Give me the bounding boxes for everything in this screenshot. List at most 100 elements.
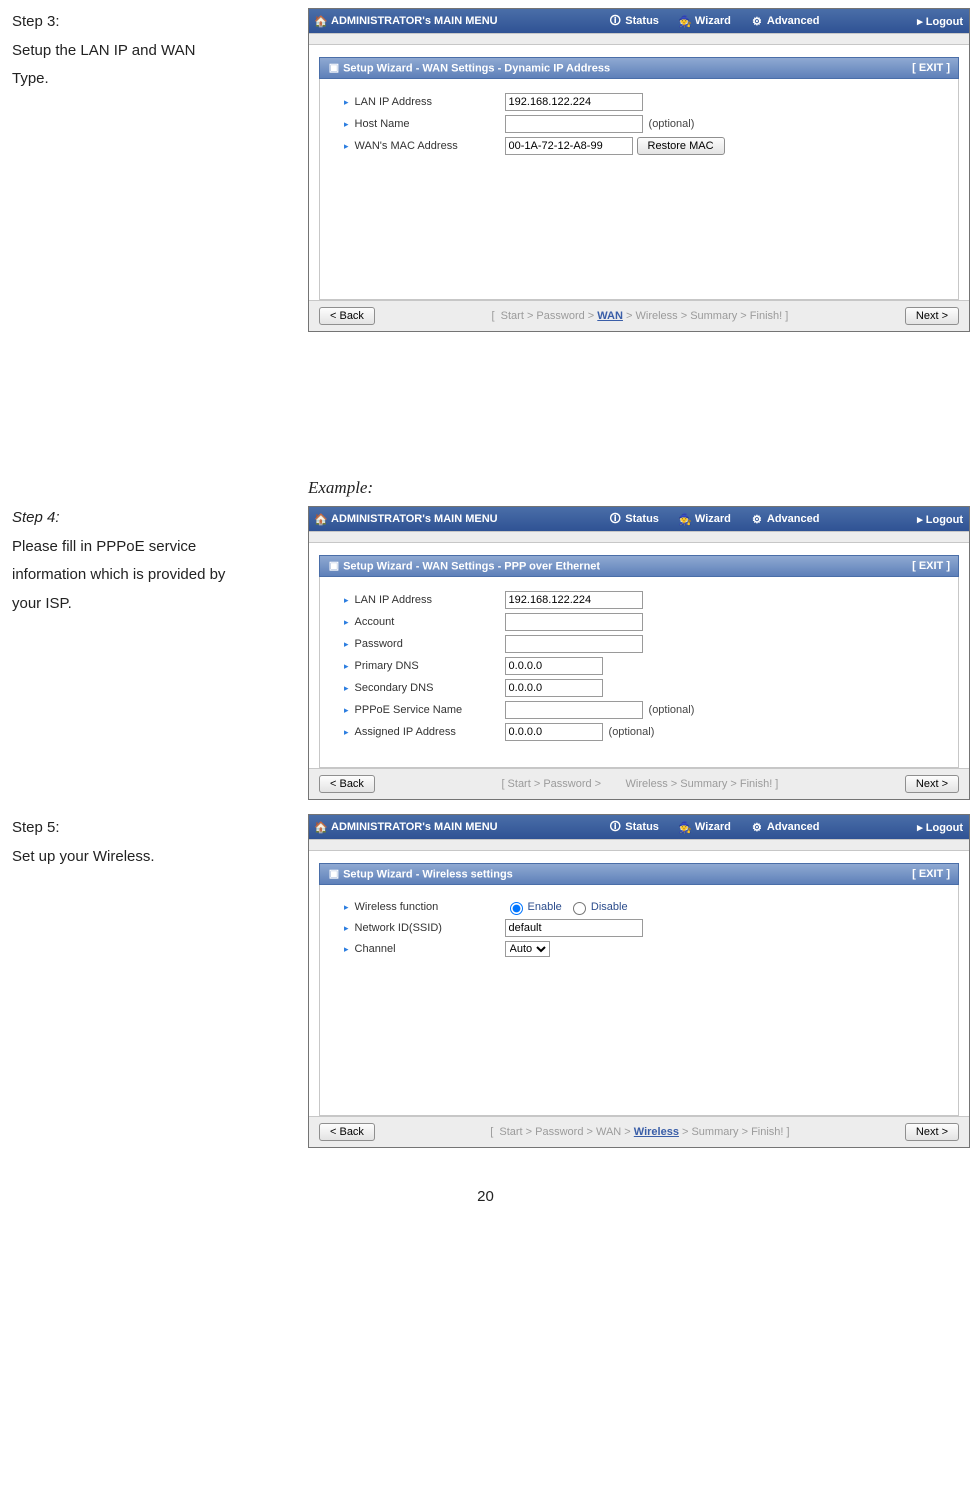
screenshot-step3: 🏠 ADMINISTRATOR's MAIN MENU 🛈Status 🧙Wiz…: [308, 8, 970, 332]
back-button[interactable]: < Back: [319, 775, 375, 793]
exit-link[interactable]: [ EXIT ]: [912, 560, 950, 572]
aip-optional-note: (optional): [609, 726, 655, 738]
nav-advanced[interactable]: ⚙Advanced: [751, 513, 820, 525]
primary-dns-input[interactable]: [505, 657, 603, 675]
assigned-ip-input[interactable]: [505, 723, 603, 741]
wizard-icon: 🧙: [679, 513, 691, 525]
secondary-dns-input[interactable]: [505, 679, 603, 697]
nav-wizard[interactable]: 🧙Wizard: [679, 513, 731, 525]
disable-radio[interactable]: [573, 902, 586, 915]
exit-link[interactable]: [ EXIT ]: [912, 62, 950, 74]
next-button[interactable]: Next >: [905, 1123, 959, 1141]
panel-icon: ▣: [328, 560, 340, 572]
nav-advanced[interactable]: ⚙Advanced: [751, 821, 820, 833]
screenshot-step4: 🏠 ADMINISTRATOR's MAIN MENU 🛈Status 🧙Wiz…: [308, 506, 970, 800]
step4-desc-line2: information which is provided by: [12, 561, 302, 590]
top-nav: 🏠 ADMINISTRATOR's MAIN MENU 🛈Status 🧙Wiz…: [309, 815, 969, 839]
disable-radio-label[interactable]: Disable: [568, 899, 628, 915]
nav-underbar: [309, 839, 969, 851]
step3-desc-line1: Setup the LAN IP and WAN: [12, 37, 302, 66]
next-button[interactable]: Next >: [905, 775, 959, 793]
back-button[interactable]: < Back: [319, 1123, 375, 1141]
nav-status[interactable]: 🛈Status: [609, 821, 659, 833]
bullet-icon: ▸: [344, 595, 349, 606]
panel-icon: ▣: [328, 868, 340, 880]
wan-mac-label: WAN's MAC Address: [355, 140, 505, 152]
assigned-ip-label: Assigned IP Address: [355, 726, 505, 738]
panel1-body: ▸ LAN IP Address ▸ Host Name (optional) …: [319, 79, 959, 300]
nav-status[interactable]: 🛈Status: [609, 513, 659, 525]
enable-radio[interactable]: [510, 902, 523, 915]
bullet-icon: ▸: [344, 683, 349, 694]
step3-heading: Step 3:: [12, 8, 302, 37]
status-icon: 🛈: [609, 15, 621, 27]
lan-ip-label: LAN IP Address: [355, 594, 505, 606]
home-icon: 🏠: [315, 15, 327, 27]
ssid-input[interactable]: [505, 919, 643, 937]
nav-advanced[interactable]: ⚙Advanced: [751, 15, 820, 27]
host-name-input[interactable]: [505, 115, 643, 133]
home-icon: 🏠: [315, 821, 327, 833]
bullet-icon: ▸: [344, 661, 349, 672]
wan-mac-input[interactable]: [505, 137, 633, 155]
step5-sidebar: Step 5: Set up your Wireless.: [12, 814, 308, 871]
bullet-icon: ▸: [344, 119, 349, 130]
password-label: Password: [355, 638, 505, 650]
bullet-icon: ▸: [344, 727, 349, 738]
breadcrumb: [ Start > Password > Wireless > Summary …: [375, 778, 905, 790]
next-button[interactable]: Next >: [905, 307, 959, 325]
nav-logout[interactable]: ▸ Logout: [917, 15, 963, 28]
step4-desc-line1: Please fill in PPPoE service: [12, 533, 302, 562]
bullet-icon: ▸: [344, 944, 349, 955]
bullet-icon: ▸: [344, 639, 349, 650]
step5-heading: Step 5:: [12, 814, 302, 843]
nav-status[interactable]: 🛈Status: [609, 15, 659, 27]
panel1-titlebar: ▣ Setup Wizard - WAN Settings - Dynamic …: [319, 57, 959, 79]
panel1-title: Setup Wizard - WAN Settings - Dynamic IP…: [343, 62, 610, 74]
account-input[interactable]: [505, 613, 643, 631]
exit-link[interactable]: [ EXIT ]: [912, 868, 950, 880]
restore-mac-button[interactable]: Restore MAC: [637, 137, 725, 155]
nav-underbar: [309, 33, 969, 45]
advanced-icon: ⚙: [751, 513, 763, 525]
host-name-label: Host Name: [355, 118, 505, 130]
enable-radio-label[interactable]: Enable: [505, 899, 562, 915]
password-input[interactable]: [505, 635, 643, 653]
panel2-body: ▸LAN IP Address ▸Account ▸Password ▸Prim…: [319, 577, 959, 768]
nav-logout[interactable]: ▸ Logout: [917, 513, 963, 526]
advanced-icon: ⚙: [751, 15, 763, 27]
pppoe-service-label: PPPoE Service Name: [355, 704, 505, 716]
bullet-icon: ▸: [344, 617, 349, 628]
nav-wizard[interactable]: 🧙Wizard: [679, 15, 731, 27]
channel-select[interactable]: Auto: [505, 941, 550, 957]
status-icon: 🛈: [609, 821, 621, 833]
step4-sidebar: Step 4: Please fill in PPPoE service inf…: [12, 448, 308, 618]
panel3-footer: < Back [ Start > Password > WAN > Wirele…: [309, 1116, 969, 1147]
lan-ip-input[interactable]: [505, 591, 643, 609]
screenshot-step5: 🏠 ADMINISTRATOR's MAIN MENU 🛈Status 🧙Wiz…: [308, 814, 970, 1148]
back-button[interactable]: < Back: [319, 307, 375, 325]
channel-label: Channel: [355, 943, 505, 955]
nav-underbar: [309, 531, 969, 543]
svc-optional-note: (optional): [649, 704, 695, 716]
ssid-label: Network ID(SSID): [355, 922, 505, 934]
status-icon: 🛈: [609, 513, 621, 525]
lan-ip-label: LAN IP Address: [355, 96, 505, 108]
brand: 🏠 ADMINISTRATOR's MAIN MENU: [315, 821, 498, 833]
pppoe-service-input[interactable]: [505, 701, 643, 719]
wizard-icon: 🧙: [679, 15, 691, 27]
bullet-icon: ▸: [344, 141, 349, 152]
step3-sidebar: Step 3: Setup the LAN IP and WAN Type.: [12, 8, 308, 94]
primary-dns-label: Primary DNS: [355, 660, 505, 672]
lan-ip-input[interactable]: [505, 93, 643, 111]
bullet-icon: ▸: [344, 923, 349, 934]
panel2-footer: < Back [ Start > Password > Wireless > S…: [309, 768, 969, 799]
home-icon: 🏠: [315, 513, 327, 525]
panel3-title: Setup Wizard - Wireless settings: [343, 868, 513, 880]
step5-desc: Set up your Wireless.: [12, 843, 302, 872]
nav-logout[interactable]: ▸ Logout: [917, 821, 963, 834]
bullet-icon: ▸: [344, 97, 349, 108]
wireless-function-label: Wireless function: [355, 901, 505, 913]
breadcrumb: [ Start > Password > WAN > Wireless > Su…: [375, 310, 905, 322]
nav-wizard[interactable]: 🧙Wizard: [679, 821, 731, 833]
